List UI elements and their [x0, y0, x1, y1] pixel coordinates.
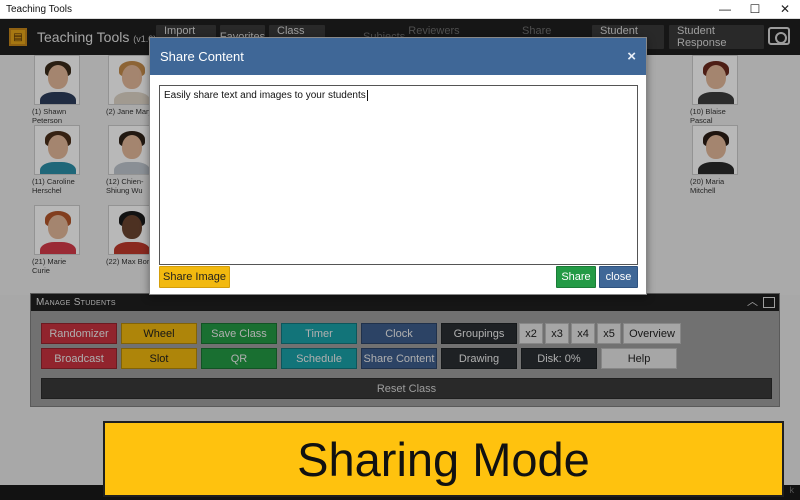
- sharing-mode-banner: Sharing Mode: [103, 421, 784, 497]
- bottom-right-text: k: [789, 485, 795, 495]
- editor-text: Easily share text and images to your stu…: [164, 90, 366, 102]
- window-titlebar: Teaching Tools — ☐ ✕: [0, 0, 800, 19]
- window-title: Teaching Tools: [6, 3, 72, 15]
- share-content-dialog: Share Content × Easily share text and im…: [149, 37, 647, 295]
- close-icon[interactable]: ×: [627, 48, 636, 65]
- minimize-icon[interactable]: —: [710, 0, 740, 19]
- text-caret: [366, 90, 368, 101]
- share-content-editor[interactable]: Easily share text and images to your stu…: [159, 85, 638, 265]
- dialog-close-button[interactable]: close: [599, 266, 638, 288]
- dialog-header: Share Content ×: [150, 38, 646, 75]
- dialog-title: Share Content: [160, 49, 244, 64]
- share-image-button[interactable]: Share Image: [159, 266, 230, 288]
- close-icon[interactable]: ✕: [770, 0, 800, 19]
- maximize-icon[interactable]: ☐: [740, 0, 770, 19]
- share-button[interactable]: Share: [556, 266, 596, 288]
